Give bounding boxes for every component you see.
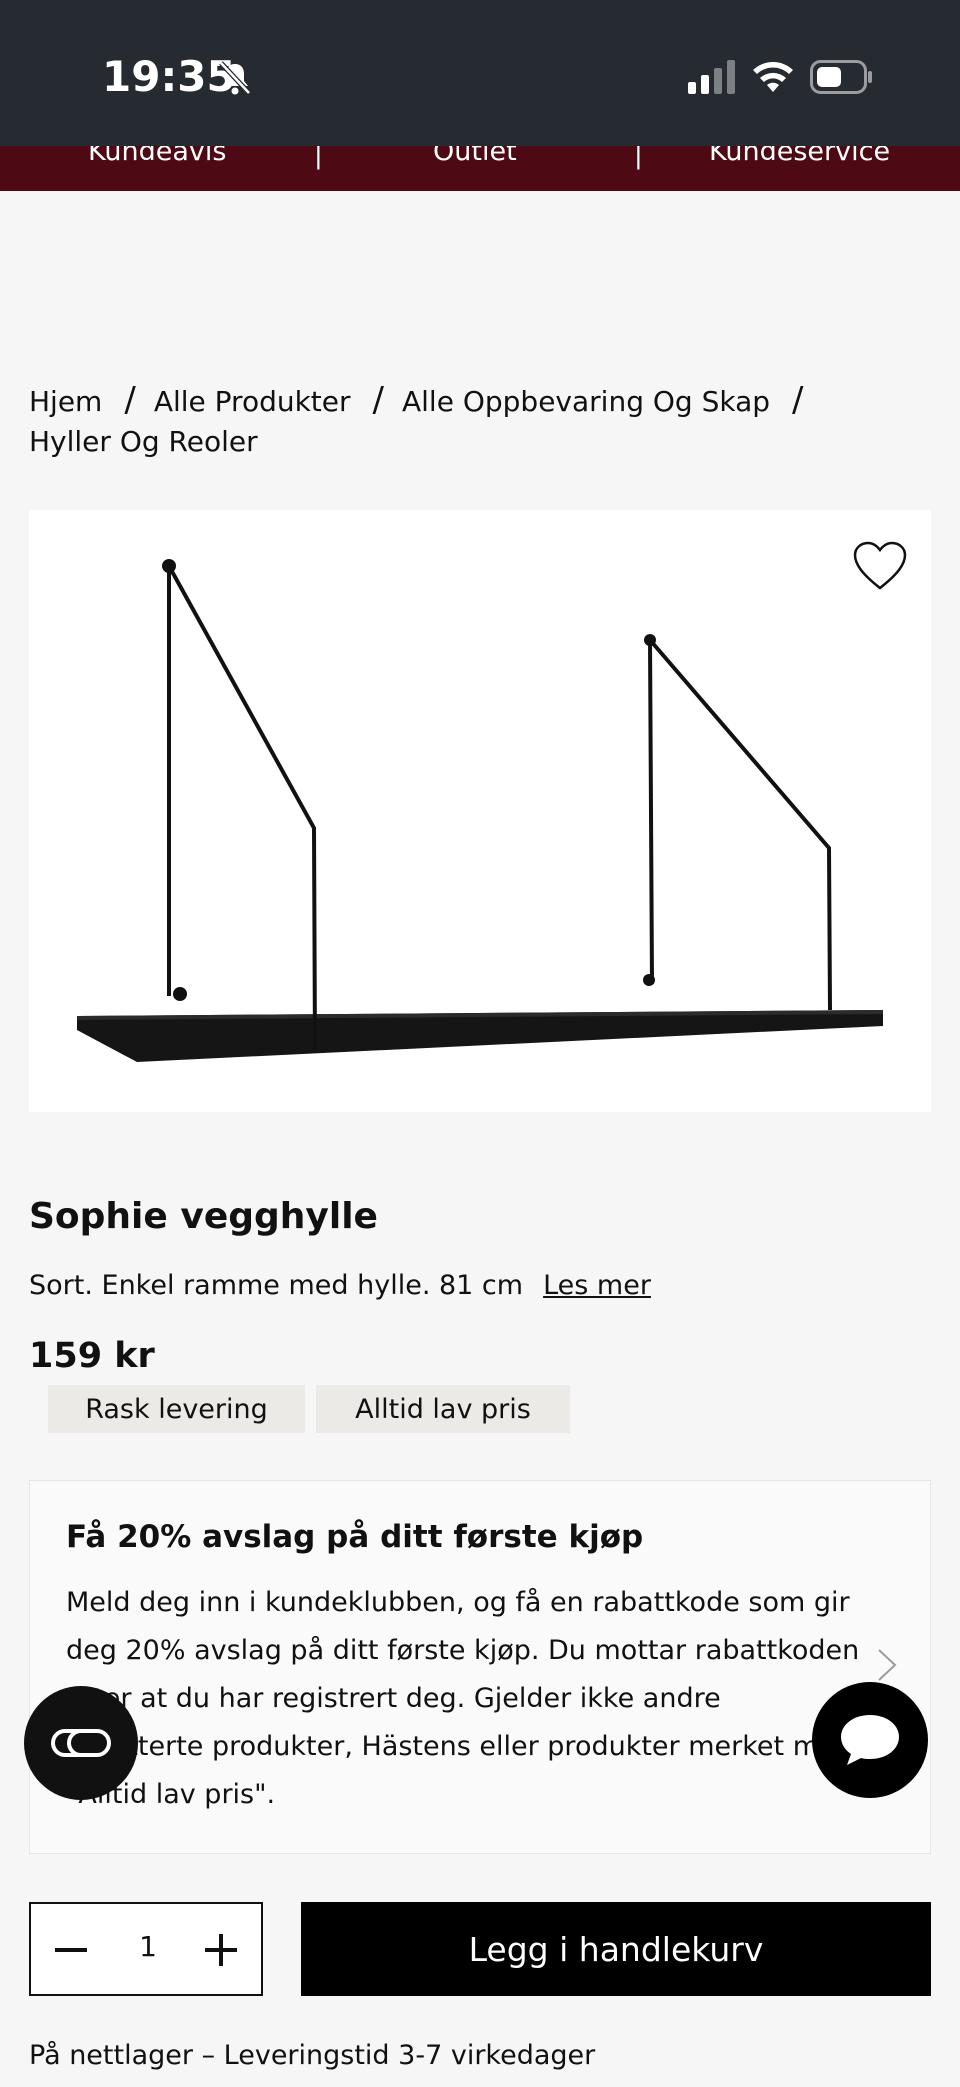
product-price: 159 kr	[29, 1336, 155, 1376]
product-description: Sort. Enkel ramme med hylle. 81 cm Les me…	[29, 1270, 651, 1301]
battery-icon	[810, 60, 872, 94]
breadcrumb-separator: /	[372, 380, 384, 420]
add-to-cart-button[interactable]: Legg i handlekurv	[301, 1902, 931, 1996]
nav-divider: |	[314, 146, 323, 170]
plus-icon[interactable]	[199, 1928, 243, 1972]
minus-icon[interactable]	[49, 1928, 93, 1972]
breadcrumb-home[interactable]: Hjem	[29, 385, 102, 418]
brand-logo-button[interactable]	[24, 1686, 138, 1800]
top-nav: Kundeavis | Outlet | Kundeservice	[0, 146, 960, 191]
nav-divider: |	[634, 146, 643, 170]
product-image[interactable]	[29, 510, 931, 1112]
breadcrumb-separator: /	[124, 380, 136, 420]
promo-card[interactable]: Få 20% avslag på ditt første kjøp Meld d…	[29, 1480, 931, 1854]
product-description-text: Sort. Enkel ramme med hylle. 81 cm	[29, 1270, 524, 1301]
quantity-stepper: 1	[29, 1902, 263, 1996]
chevron-right-icon[interactable]	[876, 1647, 898, 1683]
status-bar: 19:35	[0, 0, 960, 146]
nav-kundeservice[interactable]: Kundeservice	[709, 146, 890, 167]
badge-always-low-price: Alltid lav pris	[316, 1385, 570, 1433]
breadcrumb-storage[interactable]: Alle Oppbevaring Og Skap	[402, 385, 770, 418]
chat-bubble-icon	[841, 1715, 899, 1765]
breadcrumb-separator: /	[792, 380, 804, 420]
status-time: 19:35	[102, 52, 236, 101]
wifi-icon	[753, 62, 793, 92]
bell-muted-icon	[219, 61, 251, 95]
heart-icon[interactable]	[852, 540, 908, 592]
promo-body: Meld deg inn i kundeklubben, og få en ra…	[66, 1587, 860, 1810]
delivery-info: På nettlager – Leveringstid 3-7 virkedag…	[29, 2040, 596, 2071]
breadcrumb-all-products[interactable]: Alle Produkter	[154, 385, 351, 418]
promo-title: Få 20% avslag på ditt første kjøp	[66, 1519, 644, 1555]
brand-logo-icon	[51, 1729, 111, 1757]
nav-outlet[interactable]: Outlet	[433, 146, 517, 167]
cellular-signal-icon	[688, 60, 735, 94]
read-more-link[interactable]: Les mer	[543, 1270, 651, 1301]
badge-fast-delivery: Rask levering	[48, 1385, 305, 1433]
product-title: Sophie vegghylle	[29, 1196, 378, 1237]
breadcrumb-shelves[interactable]: Hyller Og Reoler	[29, 425, 258, 458]
shelf-illustration	[77, 559, 883, 1062]
nav-kundeavis[interactable]: Kundeavis	[88, 146, 226, 167]
breadcrumb: Hjem / Alle Produkter / Alle Oppbevaring Og …	[29, 380, 929, 462]
chat-button[interactable]	[812, 1682, 928, 1798]
